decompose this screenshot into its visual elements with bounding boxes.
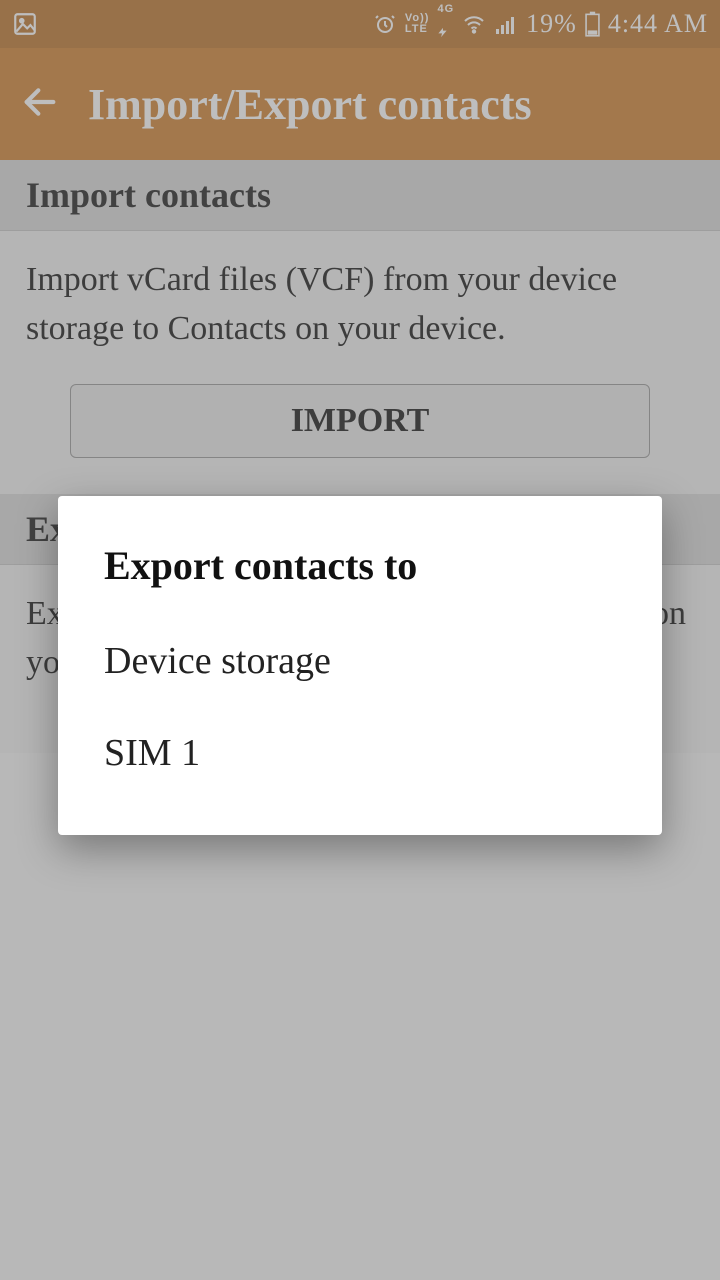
picture-icon [12, 11, 38, 37]
battery-percent: 19% [526, 9, 577, 39]
battery-icon [585, 11, 600, 37]
dialog-title: Export contacts to [58, 542, 662, 615]
export-destination-dialog: Export contacts to Device storage SIM 1 [58, 496, 662, 835]
back-arrow-icon[interactable] [20, 82, 60, 127]
import-section-body: Import vCard files (VCF) from your devic… [0, 231, 720, 494]
clock: 4:44 AM [608, 9, 708, 39]
alarm-icon [373, 12, 397, 36]
volte-indicator: Vo)) LTE [405, 13, 430, 35]
dialog-option-device-storage[interactable]: Device storage [58, 615, 662, 707]
signal-icon [494, 12, 518, 36]
volte-bot: LTE [405, 24, 428, 35]
dialog-option-sim-1[interactable]: SIM 1 [58, 707, 662, 799]
import-button[interactable]: IMPORT [70, 384, 650, 458]
network-indicator: 4G [437, 4, 454, 45]
page-title: Import/Export contacts [88, 79, 532, 130]
import-section-header: Import contacts [0, 160, 720, 231]
app-bar: Import/Export contacts [0, 48, 720, 160]
import-description: Import vCard files (VCF) from your devic… [26, 255, 694, 354]
net-top: 4G [437, 4, 454, 15]
lightning-icon [437, 15, 448, 45]
status-bar: Vo)) LTE 4G 19% 4:44 AM [0, 0, 720, 48]
wifi-icon [462, 12, 486, 36]
